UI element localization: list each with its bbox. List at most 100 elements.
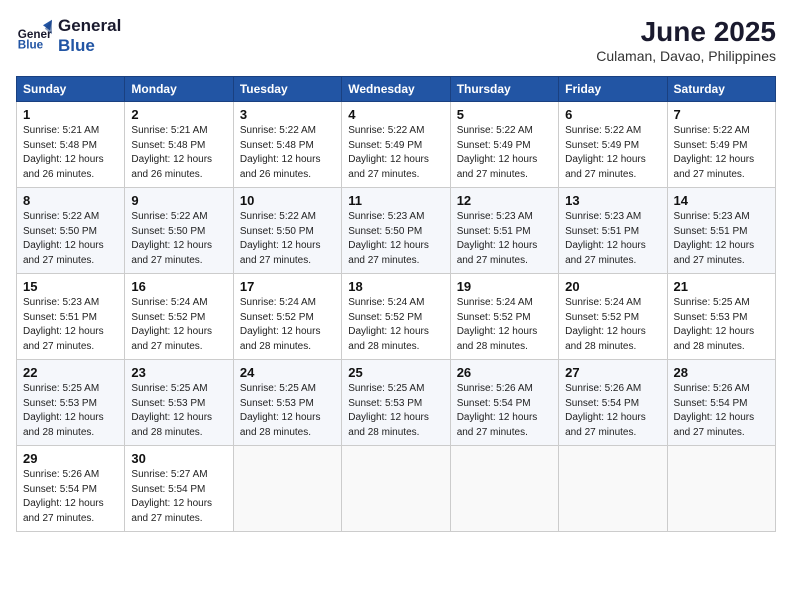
day-number: 30 — [131, 451, 226, 466]
day-number: 13 — [565, 193, 660, 208]
day-number: 28 — [674, 365, 769, 380]
cell-info: Sunrise: 5:22 AM Sunset: 5:50 PM Dayligh… — [131, 210, 226, 268]
table-row: 28 Sunrise: 5:26 AM Sunset: 5:54 PM Dayl… — [667, 360, 775, 446]
day-number: 10 — [240, 193, 335, 208]
day-number: 4 — [348, 107, 443, 122]
cell-info: Sunrise: 5:24 AM Sunset: 5:52 PM Dayligh… — [348, 296, 443, 354]
calendar-table: Sunday Monday Tuesday Wednesday Thursday… — [16, 76, 776, 532]
day-number: 29 — [23, 451, 118, 466]
day-number: 20 — [565, 279, 660, 294]
table-row: 20 Sunrise: 5:24 AM Sunset: 5:52 PM Dayl… — [559, 274, 667, 360]
table-row: 29 Sunrise: 5:26 AM Sunset: 5:54 PM Dayl… — [17, 446, 125, 532]
table-row — [667, 446, 775, 532]
table-row: 3 Sunrise: 5:22 AM Sunset: 5:48 PM Dayli… — [233, 102, 341, 188]
table-row: 11 Sunrise: 5:23 AM Sunset: 5:50 PM Dayl… — [342, 188, 450, 274]
day-number: 15 — [23, 279, 118, 294]
cell-info: Sunrise: 5:21 AM Sunset: 5:48 PM Dayligh… — [23, 124, 118, 182]
day-number: 27 — [565, 365, 660, 380]
table-row: 1 Sunrise: 5:21 AM Sunset: 5:48 PM Dayli… — [17, 102, 125, 188]
table-row: 4 Sunrise: 5:22 AM Sunset: 5:49 PM Dayli… — [342, 102, 450, 188]
table-row: 27 Sunrise: 5:26 AM Sunset: 5:54 PM Dayl… — [559, 360, 667, 446]
cell-info: Sunrise: 5:23 AM Sunset: 5:51 PM Dayligh… — [565, 210, 660, 268]
table-row: 6 Sunrise: 5:22 AM Sunset: 5:49 PM Dayli… — [559, 102, 667, 188]
table-row: 26 Sunrise: 5:26 AM Sunset: 5:54 PM Dayl… — [450, 360, 558, 446]
day-number: 24 — [240, 365, 335, 380]
cell-info: Sunrise: 5:27 AM Sunset: 5:54 PM Dayligh… — [131, 468, 226, 526]
cell-info: Sunrise: 5:25 AM Sunset: 5:53 PM Dayligh… — [131, 382, 226, 440]
day-number: 3 — [240, 107, 335, 122]
day-number: 2 — [131, 107, 226, 122]
day-number: 19 — [457, 279, 552, 294]
logo: General Blue General Blue — [16, 16, 121, 57]
cell-info: Sunrise: 5:25 AM Sunset: 5:53 PM Dayligh… — [240, 382, 335, 440]
page-header: General Blue General Blue June 2025 Cula… — [16, 16, 776, 64]
table-row — [559, 446, 667, 532]
cell-info: Sunrise: 5:23 AM Sunset: 5:51 PM Dayligh… — [457, 210, 552, 268]
col-friday: Friday — [559, 77, 667, 102]
table-row: 2 Sunrise: 5:21 AM Sunset: 5:48 PM Dayli… — [125, 102, 233, 188]
col-monday: Monday — [125, 77, 233, 102]
calendar-subtitle: Culaman, Davao, Philippines — [596, 48, 776, 64]
day-number: 16 — [131, 279, 226, 294]
table-row: 23 Sunrise: 5:25 AM Sunset: 5:53 PM Dayl… — [125, 360, 233, 446]
day-number: 8 — [23, 193, 118, 208]
day-number: 11 — [348, 193, 443, 208]
table-row: 8 Sunrise: 5:22 AM Sunset: 5:50 PM Dayli… — [17, 188, 125, 274]
table-row: 17 Sunrise: 5:24 AM Sunset: 5:52 PM Dayl… — [233, 274, 341, 360]
cell-info: Sunrise: 5:22 AM Sunset: 5:49 PM Dayligh… — [565, 124, 660, 182]
table-row: 21 Sunrise: 5:25 AM Sunset: 5:53 PM Dayl… — [667, 274, 775, 360]
table-row: 16 Sunrise: 5:24 AM Sunset: 5:52 PM Dayl… — [125, 274, 233, 360]
cell-info: Sunrise: 5:24 AM Sunset: 5:52 PM Dayligh… — [565, 296, 660, 354]
logo-icon: General Blue — [16, 18, 52, 54]
svg-text:Blue: Blue — [18, 39, 44, 52]
cell-info: Sunrise: 5:26 AM Sunset: 5:54 PM Dayligh… — [457, 382, 552, 440]
table-row: 9 Sunrise: 5:22 AM Sunset: 5:50 PM Dayli… — [125, 188, 233, 274]
cell-info: Sunrise: 5:22 AM Sunset: 5:50 PM Dayligh… — [240, 210, 335, 268]
day-number: 12 — [457, 193, 552, 208]
table-row — [233, 446, 341, 532]
table-row: 25 Sunrise: 5:25 AM Sunset: 5:53 PM Dayl… — [342, 360, 450, 446]
table-row: 5 Sunrise: 5:22 AM Sunset: 5:49 PM Dayli… — [450, 102, 558, 188]
cell-info: Sunrise: 5:24 AM Sunset: 5:52 PM Dayligh… — [240, 296, 335, 354]
table-row — [450, 446, 558, 532]
day-number: 26 — [457, 365, 552, 380]
cell-info: Sunrise: 5:22 AM Sunset: 5:48 PM Dayligh… — [240, 124, 335, 182]
day-number: 5 — [457, 107, 552, 122]
calendar-title: June 2025 — [596, 16, 776, 48]
day-number: 7 — [674, 107, 769, 122]
calendar-body: 1 Sunrise: 5:21 AM Sunset: 5:48 PM Dayli… — [17, 102, 776, 532]
cell-info: Sunrise: 5:26 AM Sunset: 5:54 PM Dayligh… — [565, 382, 660, 440]
logo-line1: General — [58, 16, 121, 36]
table-row: 30 Sunrise: 5:27 AM Sunset: 5:54 PM Dayl… — [125, 446, 233, 532]
day-number: 21 — [674, 279, 769, 294]
table-row: 12 Sunrise: 5:23 AM Sunset: 5:51 PM Dayl… — [450, 188, 558, 274]
table-row: 22 Sunrise: 5:25 AM Sunset: 5:53 PM Dayl… — [17, 360, 125, 446]
day-number: 14 — [674, 193, 769, 208]
day-number: 1 — [23, 107, 118, 122]
day-number: 23 — [131, 365, 226, 380]
table-row: 7 Sunrise: 5:22 AM Sunset: 5:49 PM Dayli… — [667, 102, 775, 188]
cell-info: Sunrise: 5:25 AM Sunset: 5:53 PM Dayligh… — [348, 382, 443, 440]
col-tuesday: Tuesday — [233, 77, 341, 102]
cell-info: Sunrise: 5:26 AM Sunset: 5:54 PM Dayligh… — [23, 468, 118, 526]
day-number: 17 — [240, 279, 335, 294]
cell-info: Sunrise: 5:22 AM Sunset: 5:50 PM Dayligh… — [23, 210, 118, 268]
table-row — [342, 446, 450, 532]
table-row: 13 Sunrise: 5:23 AM Sunset: 5:51 PM Dayl… — [559, 188, 667, 274]
col-wednesday: Wednesday — [342, 77, 450, 102]
cell-info: Sunrise: 5:22 AM Sunset: 5:49 PM Dayligh… — [457, 124, 552, 182]
col-sunday: Sunday — [17, 77, 125, 102]
cell-info: Sunrise: 5:23 AM Sunset: 5:50 PM Dayligh… — [348, 210, 443, 268]
title-block: June 2025 Culaman, Davao, Philippines — [596, 16, 776, 64]
day-number: 25 — [348, 365, 443, 380]
day-number: 18 — [348, 279, 443, 294]
day-number: 6 — [565, 107, 660, 122]
table-row: 10 Sunrise: 5:22 AM Sunset: 5:50 PM Dayl… — [233, 188, 341, 274]
cell-info: Sunrise: 5:25 AM Sunset: 5:53 PM Dayligh… — [23, 382, 118, 440]
calendar-header: Sunday Monday Tuesday Wednesday Thursday… — [17, 77, 776, 102]
cell-info: Sunrise: 5:21 AM Sunset: 5:48 PM Dayligh… — [131, 124, 226, 182]
day-number: 9 — [131, 193, 226, 208]
cell-info: Sunrise: 5:26 AM Sunset: 5:54 PM Dayligh… — [674, 382, 769, 440]
table-row: 18 Sunrise: 5:24 AM Sunset: 5:52 PM Dayl… — [342, 274, 450, 360]
day-number: 22 — [23, 365, 118, 380]
